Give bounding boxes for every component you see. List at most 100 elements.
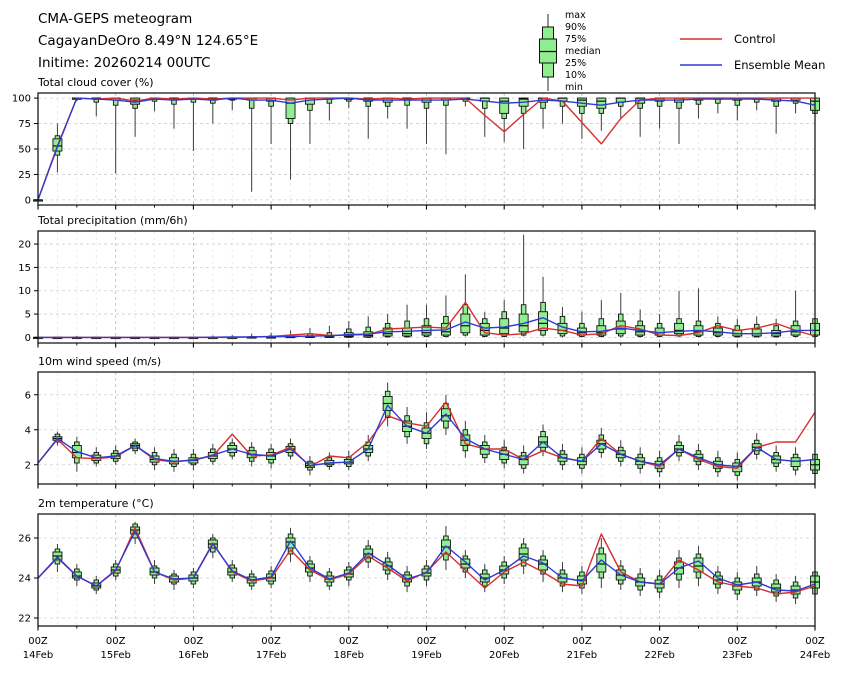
box-whisker xyxy=(364,98,373,139)
x-tick-date-label: 19Feb xyxy=(411,650,441,661)
box-25-75 xyxy=(286,98,295,118)
y-tick-label: 26 xyxy=(18,534,31,545)
box-whisker xyxy=(655,98,664,129)
box-whisker xyxy=(558,562,567,592)
x-tick-date-label: 15Feb xyxy=(100,650,130,661)
x-tick-date-label: 18Feb xyxy=(334,650,364,661)
x-tick-time-label: 00Z xyxy=(494,636,514,647)
box-whisker xyxy=(72,564,81,586)
x-tick-time-label: 00Z xyxy=(650,636,670,647)
line-legend: Control Ensemble Mean xyxy=(678,26,825,78)
box-whisker xyxy=(675,435,684,461)
box-whisker xyxy=(675,550,684,588)
box-whisker xyxy=(305,98,314,144)
box-25-75 xyxy=(791,458,800,467)
box-whisker xyxy=(247,98,256,192)
box-whisker xyxy=(92,98,101,116)
box-whisker xyxy=(461,274,470,336)
box-whisker xyxy=(286,98,295,179)
box-25-75 xyxy=(752,329,761,336)
y-tick-label: 0 xyxy=(25,333,31,344)
inittime-label: Initime: 20260214 00UTC xyxy=(38,52,258,74)
box-whisker xyxy=(636,309,645,337)
panel-temp: 2m temperature (°C)222426 xyxy=(18,497,819,631)
box-whisker xyxy=(597,98,606,131)
x-tick-time-label: 00Z xyxy=(106,636,126,647)
x-tick-time-label: 00Z xyxy=(28,636,48,647)
box-whisker xyxy=(733,319,742,338)
x-tick-date-label: 20Feb xyxy=(489,650,519,661)
legend-label-90: 90% xyxy=(565,22,601,34)
box-whisker xyxy=(500,98,509,142)
panel-title: 10m wind speed (m/s) xyxy=(38,355,161,368)
y-tick-label: 4 xyxy=(25,425,31,436)
y-tick-label: 75 xyxy=(18,119,31,130)
legend-item-control: Control xyxy=(678,26,825,52)
x-tick-date-label: 21Feb xyxy=(567,650,597,661)
box-whisker-glyph-icon xyxy=(537,10,561,96)
box-whisker xyxy=(713,98,722,113)
location-label: CagayanDeOro 8.49°N 124.65°E xyxy=(38,30,258,52)
y-tick-label: 24 xyxy=(18,574,31,585)
box-whisker xyxy=(208,98,217,123)
box-whisker xyxy=(131,98,140,137)
box-whisker xyxy=(675,98,684,144)
y-tick-label: 10 xyxy=(18,286,31,297)
box-whisker xyxy=(422,305,431,338)
x-tick-date-label: 22Feb xyxy=(644,650,674,661)
y-tick-label: 15 xyxy=(18,263,31,274)
legend-label-10: 10% xyxy=(565,70,601,82)
box-whisker xyxy=(539,98,548,129)
box-whisker xyxy=(519,235,528,337)
box-whisker xyxy=(325,453,334,471)
y-tick-label: 100 xyxy=(12,94,31,105)
x-tick-time-label: 00Z xyxy=(805,636,825,647)
legend-label-75: 75% xyxy=(565,34,601,46)
legend-control-label: Control xyxy=(734,32,776,46)
box-whisker xyxy=(616,293,625,337)
box-whisker xyxy=(461,421,470,458)
legend-label-max: max xyxy=(565,10,601,22)
x-tick-time-label: 00Z xyxy=(184,636,204,647)
box-whisker xyxy=(403,98,412,129)
box-whisker xyxy=(403,305,412,338)
x-tick-date-label: 16Feb xyxy=(178,650,208,661)
box-whisker-legend: max 90% 75% median 25% 10% min xyxy=(537,10,601,96)
box-whisker xyxy=(305,556,314,582)
box-whisker xyxy=(500,300,509,337)
x-tick-time-label: 00Z xyxy=(417,636,437,647)
page-title: CMA-GEPS meteogram xyxy=(38,8,258,30)
x-tick-date-label: 23Feb xyxy=(722,650,752,661)
box-whisker xyxy=(228,98,237,110)
box-whisker xyxy=(344,98,353,108)
box-whisker xyxy=(694,546,703,586)
panel-cloud: Total cloud cover (%)0255075100 xyxy=(12,76,820,210)
x-tick-time-label: 00Z xyxy=(728,636,748,647)
box-whisker xyxy=(131,522,140,544)
box-whisker xyxy=(752,566,761,596)
box-whisker xyxy=(383,98,392,118)
meteogram-page: Total cloud cover (%)0255075100Total pre… xyxy=(0,0,841,680)
box-whisker xyxy=(694,98,703,118)
control-line-swatch xyxy=(678,37,724,41)
box-whisker xyxy=(111,98,120,173)
box-whisker xyxy=(208,534,217,558)
panel-title: 2m temperature (°C) xyxy=(38,497,154,510)
box-whisker xyxy=(577,312,586,338)
box-whisker xyxy=(422,98,431,144)
legend-ensemble-mean-label: Ensemble Mean xyxy=(734,58,825,72)
box-25-75 xyxy=(597,98,606,108)
y-tick-label: 6 xyxy=(25,390,31,401)
legend-label-25: 25% xyxy=(565,58,601,70)
box-whisker xyxy=(169,98,178,129)
ensemble-mean-line-swatch xyxy=(678,63,724,67)
y-tick-label: 5 xyxy=(25,310,31,321)
legend-item-ensemble-mean: Ensemble Mean xyxy=(678,52,825,78)
box-legend-labels: max 90% 75% median 25% 10% min xyxy=(565,10,601,96)
box-whisker xyxy=(189,98,198,151)
box-whisker xyxy=(772,319,781,338)
box-whisker xyxy=(733,98,742,120)
x-tick-date-label: 24Feb xyxy=(800,650,830,661)
x-axis-labels: 00Z14Feb00Z15Feb00Z16Feb00Z17Feb00Z18Feb… xyxy=(23,636,830,661)
box-whisker xyxy=(364,540,373,568)
